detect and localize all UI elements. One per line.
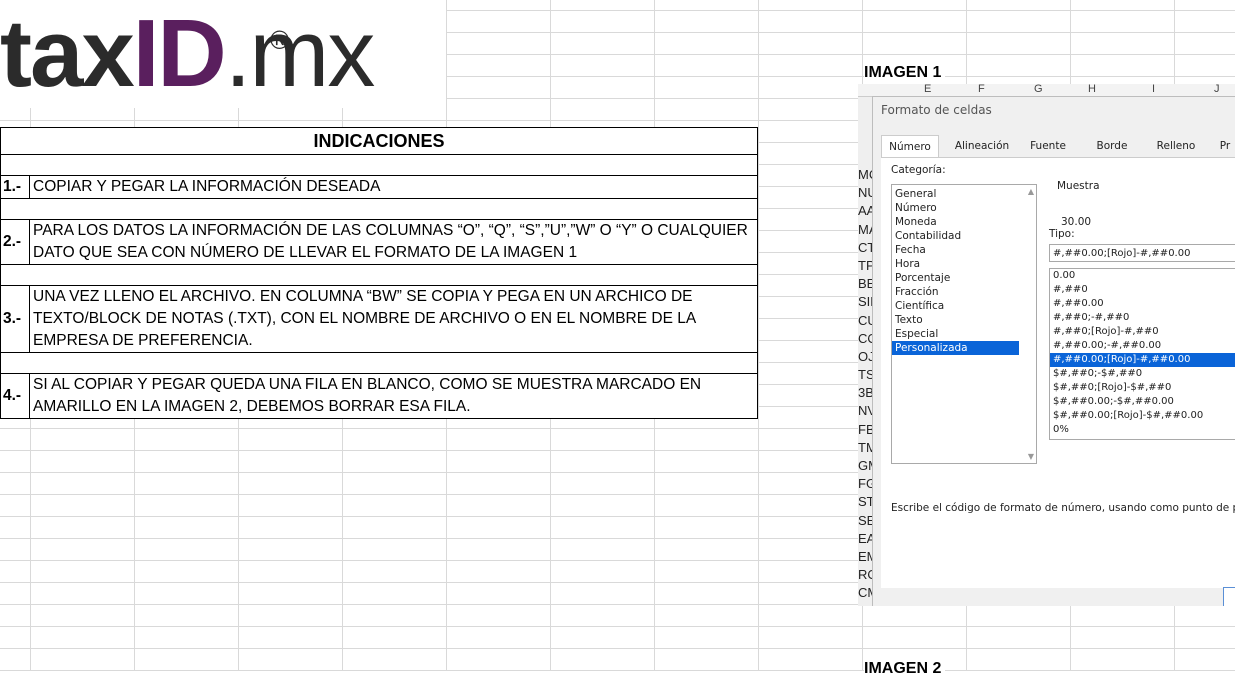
instructions-heading[interactable]: INDICACIONES [0,127,758,155]
tab-relleno[interactable]: Relleno [1149,135,1203,157]
column-header: H [1088,84,1096,95]
column-header: E [924,84,932,95]
format-item[interactable]: 0.00 [1050,269,1235,283]
format-item[interactable]: $#,##0;-$#,##0 [1050,367,1235,381]
column-header: I [1152,84,1156,95]
instruction-text[interactable]: UNA VEZ LLENO EL ARCHIVO. EN COLUMNA “BW… [29,285,758,353]
category-item[interactable]: Número [892,201,1019,215]
category-item[interactable]: Hora [892,257,1019,271]
logo-tax: tax [0,0,135,107]
ok-button[interactable] [1223,587,1235,606]
registered-mark: ® [270,25,289,55]
category-item[interactable]: Moneda [892,215,1019,229]
tab-alineacion[interactable]: Alineación [947,135,1017,157]
format-item[interactable]: #,##0 [1050,283,1235,297]
format-item[interactable]: $#,##0.00;-$#,##0.00 [1050,395,1235,409]
instruction-number[interactable]: 4.- [0,373,30,419]
format-item[interactable]: #,##0;-#,##0 [1050,311,1235,325]
instruction-number[interactable]: 3.- [0,285,30,353]
format-item[interactable]: $#,##0.00;[Rojo]-$#,##0.00 [1050,409,1235,423]
blank-row[interactable] [0,352,758,374]
tab-fuente[interactable]: Fuente [1021,135,1075,157]
blank-row[interactable] [0,198,758,220]
category-item[interactable]: Personalizada [892,341,1019,355]
format-item[interactable]: #,##0.00;[Rojo]-#,##0.00 [1050,353,1235,367]
format-hint-text: Escribe el código de formato de número, … [891,502,1235,514]
scroll-down-icon[interactable]: ▼ [1028,452,1034,461]
logo-area: taxID.mx ® [0,0,446,108]
format-item[interactable]: #,##0;[Rojo]-#,##0 [1050,325,1235,339]
instructions-table: INDICACIONES 1.- COPIAR Y PEGAR LA INFOR… [0,127,758,419]
instruction-number[interactable]: 2.- [0,219,30,265]
format-item[interactable]: #,##0.00;-#,##0.00 [1050,339,1235,353]
categoria-label: Categoría: [891,164,946,176]
instruction-text[interactable]: SI AL COPIAR Y PEGAR QUEDA UNA FILA EN B… [29,373,758,419]
dialog-title: Formato de celdas [881,103,992,117]
category-item[interactable]: Científica [892,299,1019,313]
muestra-label: Muestra [1057,180,1100,192]
column-header: G [1034,84,1043,95]
category-item[interactable]: Texto [892,313,1019,327]
number-tab-panel: Categoría: ▲ ▼ General Número Moneda Contab… [881,157,1235,588]
format-cells-dialog: Formato de celdas Número Alineación Fuen… [872,96,1235,606]
logo-mx: .mx [224,0,376,107]
instruction-text[interactable]: PARA LOS DATOS LA INFORMACIÓN DE LAS COL… [29,219,758,265]
image2-label: IMAGEN 2 [864,660,946,678]
blank-row[interactable] [0,264,758,286]
taxid-logo: taxID.mx ® [0,6,375,102]
image1-label: IMAGEN 1 [864,64,946,82]
dialog-tabs: Número Alineación Fuente Borde Relleno P… [881,135,1235,158]
column-header: F [978,84,985,95]
tab-borde[interactable]: Borde [1087,135,1137,157]
category-item[interactable]: General [892,187,1019,201]
instruction-number[interactable]: 1.- [0,175,30,199]
tab-proteger[interactable]: Pr [1213,135,1235,157]
logo-id: ID [132,0,227,107]
tipo-input[interactable]: #,##0.00;[Rojo]-#,##0.00 [1049,244,1235,262]
image1-screenshot: E F G H I J MC NU AA MA CT TP BE SIM CU CO OJ TS 3B N… [858,84,1235,606]
instruction-row: 4.- SI AL COPIAR Y PEGAR QUEDA UNA FILA … [0,373,758,419]
scroll-up-icon[interactable]: ▲ [1028,187,1034,196]
category-item[interactable]: Fecha [892,243,1019,257]
format-item[interactable]: 0% [1050,423,1235,437]
category-item[interactable]: Porcentaje [892,271,1019,285]
category-item[interactable]: Contabilidad [892,229,1019,243]
instruction-row: 1.- COPIAR Y PEGAR LA INFORMACIÓN DESEAD… [0,175,758,199]
category-item[interactable]: Fracción [892,285,1019,299]
tab-numero[interactable]: Número [881,135,939,158]
category-list[interactable]: ▲ ▼ General Número Moneda Contabilidad Fecha… [891,184,1037,464]
instruction-row: 3.- UNA VEZ LLENO EL ARCHIVO. EN COLUMNA… [0,285,758,353]
tipo-label: Tipo: [1049,228,1075,240]
blank-row[interactable] [0,154,758,176]
instruction-text[interactable]: COPIAR Y PEGAR LA INFORMACIÓN DESEADA [29,175,758,199]
category-item[interactable]: Especial [892,327,1019,341]
format-item[interactable]: #,##0.00 [1050,297,1235,311]
muestra-value: 30.00 [1061,216,1092,228]
instruction-row: 2.- PARA LOS DATOS LA INFORMACIÓN DE LAS… [0,219,758,265]
format-list[interactable]: 0.00 #,##0 #,##0.00 #,##0;-#,##0 #,##0;[Rojo… [1049,268,1235,440]
column-header: J [1214,84,1220,95]
format-item[interactable]: $#,##0;[Rojo]-$#,##0 [1050,381,1235,395]
